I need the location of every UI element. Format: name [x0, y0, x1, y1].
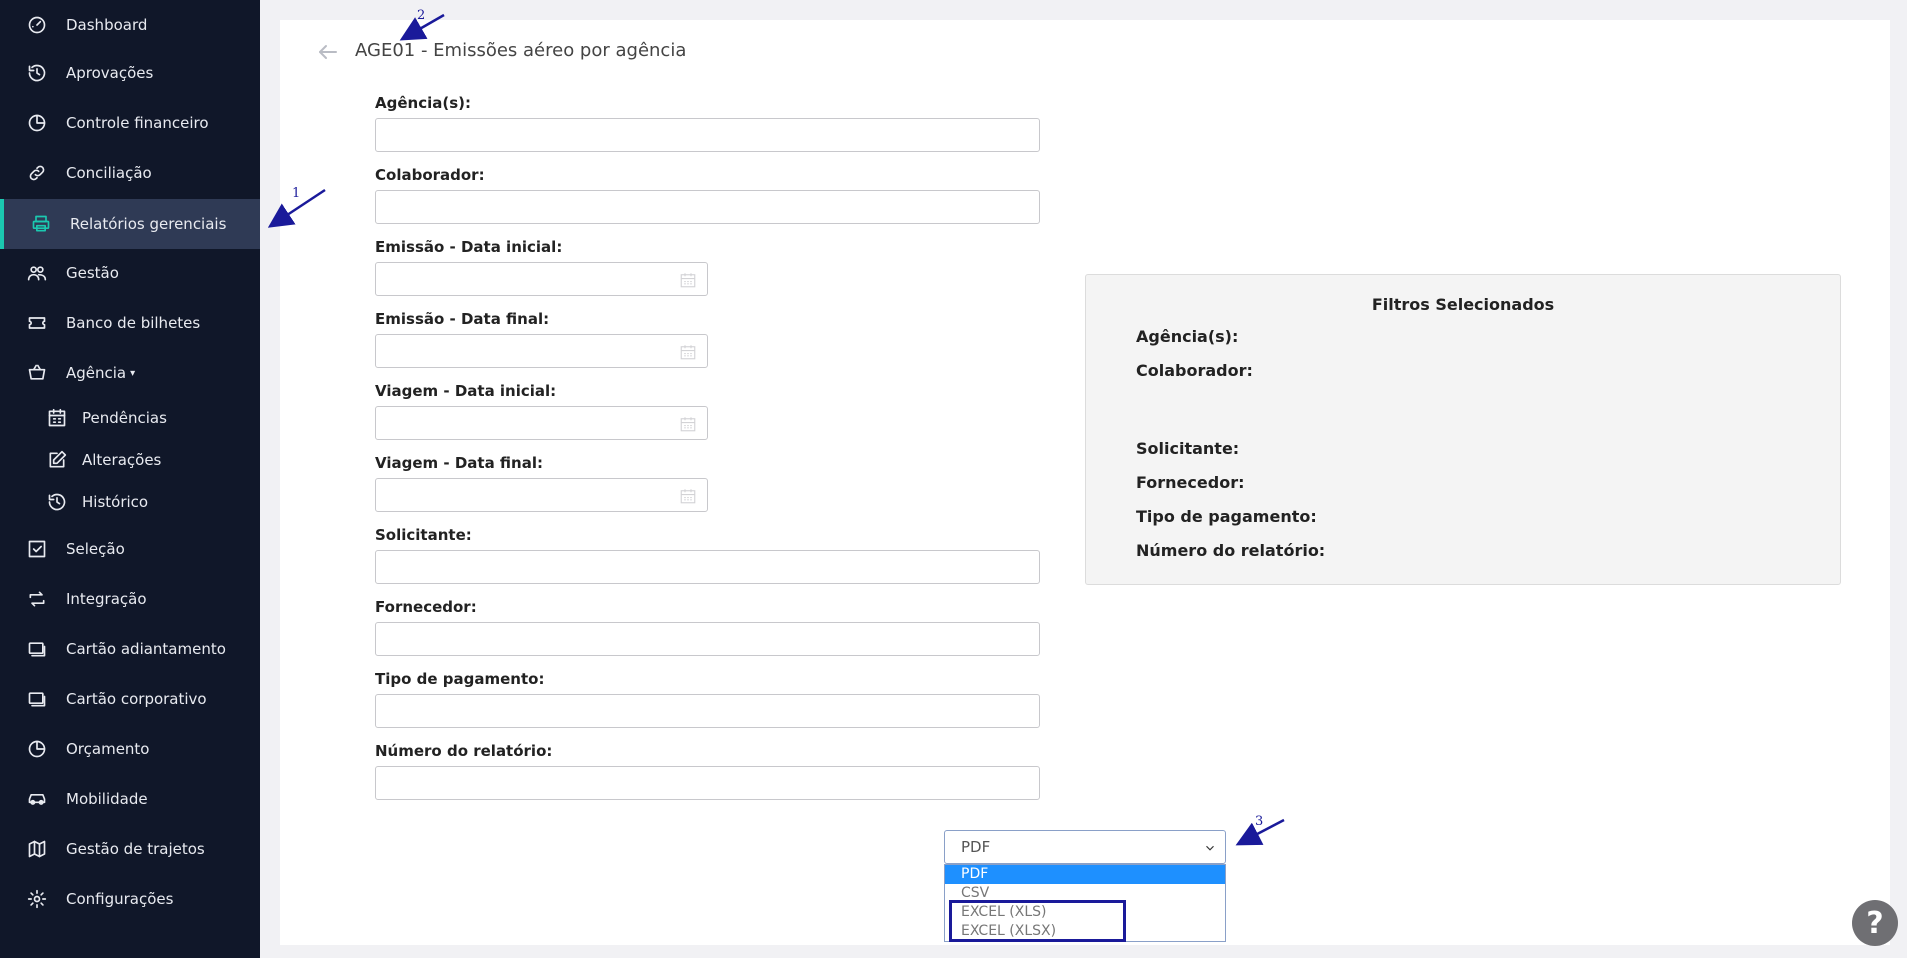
help-button[interactable]: ? [1852, 900, 1898, 946]
annotation-number-2: 2 [417, 8, 426, 23]
annotation-number-3: 3 [1255, 814, 1264, 829]
annotation-number-1: 1 [292, 186, 301, 201]
help-icon: ? [1866, 905, 1884, 941]
annotation-arrows [267, 13, 1285, 846]
